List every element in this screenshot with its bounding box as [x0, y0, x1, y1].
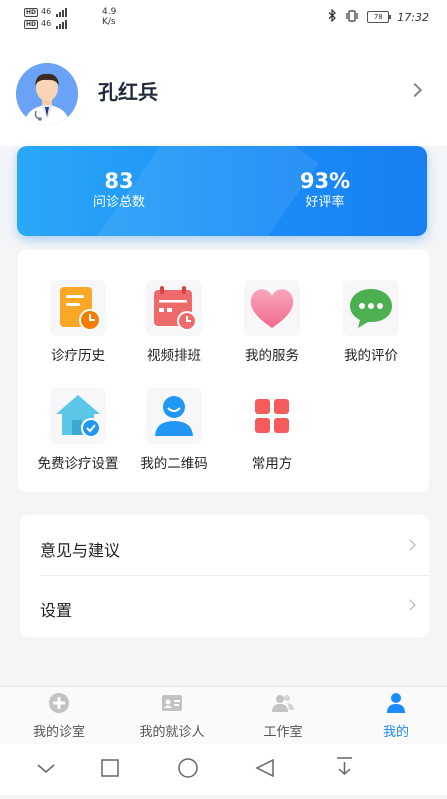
feature-diagnosis-history[interactable]: 诊疗历史 — [28, 280, 128, 364]
battery-level: 78 — [373, 13, 383, 21]
battery-icon: 78 — [367, 11, 392, 23]
tab-label: 工作室 — [263, 725, 303, 740]
plus-circle-icon — [47, 691, 71, 715]
avatar[interactable] — [16, 63, 78, 125]
bluetooth-icon — [328, 8, 337, 25]
settings-menu: 意见与建议 设置 — [20, 515, 429, 637]
tab-studio[interactable]: 工作室 — [228, 691, 338, 740]
menu-item-label: 意见与建议 — [40, 541, 121, 560]
feature-label: 诊疗历史 — [51, 348, 105, 364]
tab-label: 我的诊室 — [32, 725, 85, 740]
stat-consultations[interactable]: 83 问诊总数 — [44, 168, 194, 212]
feature-label: 视频排班 — [147, 348, 201, 364]
status-bar: HD 46 HD 46 4.9 K/s 78 17:32 — [0, 0, 447, 36]
stat-label: 问诊总数 — [92, 195, 145, 210]
feature-label: 免费诊疗设置 — [37, 456, 119, 472]
doctor-name: 孔红兵 — [98, 80, 158, 104]
feature-grid: 诊疗历史 视频排班 我的服务 我的评价 免费诊疗设置 我的二维码 常用方 — [18, 250, 429, 492]
bottom-tab-bar: 我的诊室 我的就诊人 工作室 我的 — [0, 686, 447, 745]
id-card-icon — [160, 691, 184, 715]
chat-bubble-icon — [343, 280, 399, 336]
doctor-avatar-icon — [16, 63, 78, 125]
stat-label: 好评率 — [305, 195, 345, 210]
divider — [40, 575, 429, 576]
feature-label: 常用方 — [251, 456, 293, 472]
hd-badge: HD — [24, 7, 39, 17]
tab-me[interactable]: 我的 — [341, 691, 447, 740]
signal-indicators: HD 46 HD 46 — [24, 7, 68, 29]
signal-bars-icon — [56, 7, 68, 17]
vibrate-icon — [345, 9, 359, 25]
grid-squares-icon — [244, 388, 300, 444]
speed-value: 4.9 — [102, 7, 117, 17]
feature-label: 我的评价 — [344, 348, 398, 364]
heart-icon — [244, 280, 300, 336]
chevron-down-icon[interactable] — [37, 764, 55, 773]
clock: 17:32 — [397, 10, 429, 24]
signal-bars-icon-2 — [56, 19, 68, 29]
chevron-right-icon[interactable] — [407, 82, 423, 98]
menu-item-feedback[interactable]: 意见与建议 — [20, 517, 429, 577]
back-triangle-icon[interactable] — [255, 758, 274, 778]
person-icon — [384, 691, 408, 715]
recents-square-icon[interactable] — [101, 759, 119, 777]
user-qrcode-icon — [146, 388, 202, 444]
stats-card: 83 问诊总数 93% 好评率 — [17, 146, 427, 236]
hd-badge-2: HD — [24, 19, 39, 29]
feature-my-qrcode[interactable]: 我的二维码 — [124, 388, 224, 472]
network-speed: 4.9 K/s — [102, 7, 116, 27]
menu-item-settings[interactable]: 设置 — [20, 577, 429, 637]
feature-my-services[interactable]: 我的服务 — [222, 280, 322, 364]
tab-label: 我的就诊人 — [139, 725, 205, 740]
clipboard-clock-icon — [50, 280, 106, 336]
tab-label: 我的 — [382, 725, 409, 740]
feature-free-consultation-settings[interactable]: 免费诊疗设置 — [28, 388, 128, 472]
menu-item-label: 设置 — [40, 601, 73, 620]
system-navigation-bar — [0, 744, 447, 795]
house-check-icon — [50, 388, 106, 444]
network-type-1: 46 — [41, 7, 52, 16]
feature-my-reviews[interactable]: 我的评价 — [321, 280, 421, 364]
stat-value: 83 — [104, 169, 134, 193]
home-circle-icon[interactable] — [178, 758, 198, 778]
chevron-right-icon — [404, 539, 416, 551]
users-icon — [271, 691, 295, 715]
profile-header[interactable]: 孔红兵 — [0, 36, 447, 146]
tab-my-patients[interactable]: 我的就诊人 — [117, 691, 227, 740]
speed-unit: K/s — [102, 17, 116, 27]
notification-pulldown-icon[interactable] — [337, 757, 352, 776]
feature-common-prescriptions[interactable]: 常用方 — [222, 388, 322, 472]
feature-label: 我的服务 — [245, 348, 299, 364]
stat-rating[interactable]: 93% 好评率 — [250, 168, 400, 212]
status-right: 78 17:32 — [328, 8, 429, 25]
feature-video-schedule[interactable]: 视频排班 — [124, 280, 224, 364]
feature-label: 我的二维码 — [140, 456, 208, 472]
stat-value: 93% — [299, 169, 351, 193]
calendar-clock-icon — [146, 280, 202, 336]
tab-my-clinic[interactable]: 我的诊室 — [4, 691, 114, 740]
chevron-right-icon — [404, 599, 416, 611]
network-type-2: 46 — [41, 19, 52, 28]
